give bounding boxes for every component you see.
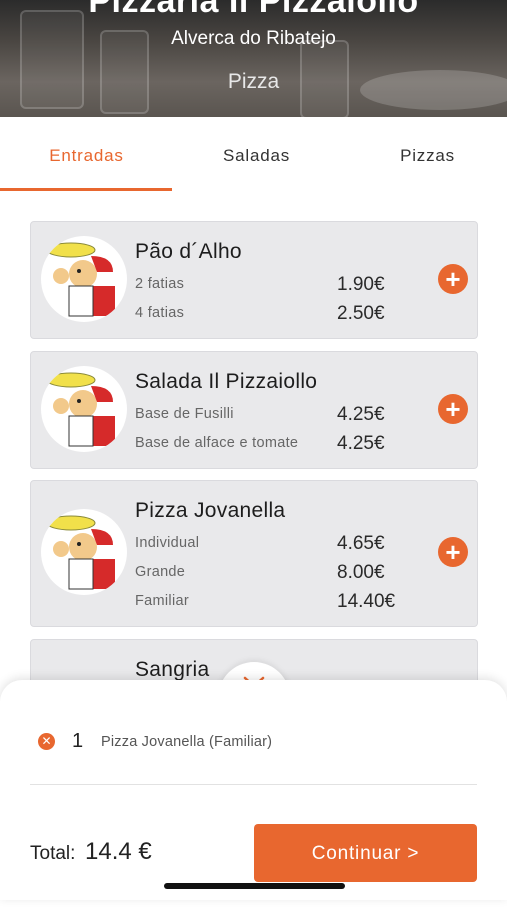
menu-item-name: Pizza Jovanella (135, 499, 286, 522)
menu-item-name: Salada Il Pizzaiollo (135, 370, 318, 393)
chef-mascot-icon (41, 366, 127, 452)
category-tabs: Entradas Saladas Pizzas (0, 117, 507, 192)
menu-item-name: Sangria (135, 658, 210, 681)
glass-decoration (20, 10, 84, 109)
plus-icon: + (445, 537, 461, 567)
menu-item-card: Salada Il Pizzaiollo Base de Fusilli 4.2… (30, 351, 478, 469)
plus-icon: + (445, 394, 461, 424)
cart-item-name: Pizza Jovanella (Familiar) (101, 734, 273, 750)
add-item-button[interactable]: + (438, 537, 468, 567)
option-label: Individual (135, 535, 200, 551)
restaurant-title: Pizzaria Il Pizzaiollo (88, 0, 419, 20)
option-label: 2 fatias (135, 276, 185, 292)
menu-item-card: Pizza Jovanella Individual 4.65€ Grande … (30, 480, 478, 627)
option-label: Base de alface e tomate (135, 435, 299, 451)
add-item-button[interactable]: + (438, 264, 468, 294)
option-price: 14.40€ (337, 591, 396, 612)
total-value: 14.4 € (85, 838, 152, 865)
restaurant-header: Pizzaria Il Pizzaiollo Alverca do Ribate… (0, 0, 507, 117)
tab-saladas[interactable]: Saladas (172, 117, 341, 191)
option-label: Familiar (135, 593, 189, 609)
menu-item-card: Pão d´Alho 2 fatias 1.90€ 4 fatias 2.50€… (30, 221, 478, 339)
option-label: Grande (135, 564, 186, 580)
menu-item-name: Pão d´Alho (135, 240, 242, 263)
option-label: 4 fatias (135, 305, 185, 321)
option-price: 4.25€ (337, 433, 385, 454)
option-price: 2.50€ (337, 303, 385, 324)
cart-item: ✕ 1 Pizza Jovanella (Familiar) (38, 730, 478, 754)
option-label: Base de Fusilli (135, 406, 234, 422)
option-price: 4.25€ (337, 404, 385, 425)
chef-mascot-icon (41, 236, 127, 322)
total-label: Total: (30, 843, 76, 864)
option-price: 1.90€ (337, 274, 385, 295)
option-price: 4.65€ (337, 533, 385, 554)
cart-item-qty: 1 (72, 730, 84, 752)
continue-button[interactable]: Continuar > (254, 824, 477, 882)
home-indicator (164, 883, 345, 889)
option-price: 8.00€ (337, 562, 385, 583)
remove-item-icon[interactable]: ✕ (38, 733, 55, 750)
plus-icon: + (445, 264, 461, 294)
restaurant-category: Pizza (227, 70, 280, 93)
tab-pizzas[interactable]: Pizzas (343, 117, 507, 191)
add-item-button[interactable]: + (438, 394, 468, 424)
tab-entradas[interactable]: Entradas (2, 117, 171, 191)
chef-mascot-icon (41, 509, 127, 595)
restaurant-location: Alverca do Ribatejo (171, 28, 336, 49)
divider (30, 784, 477, 785)
